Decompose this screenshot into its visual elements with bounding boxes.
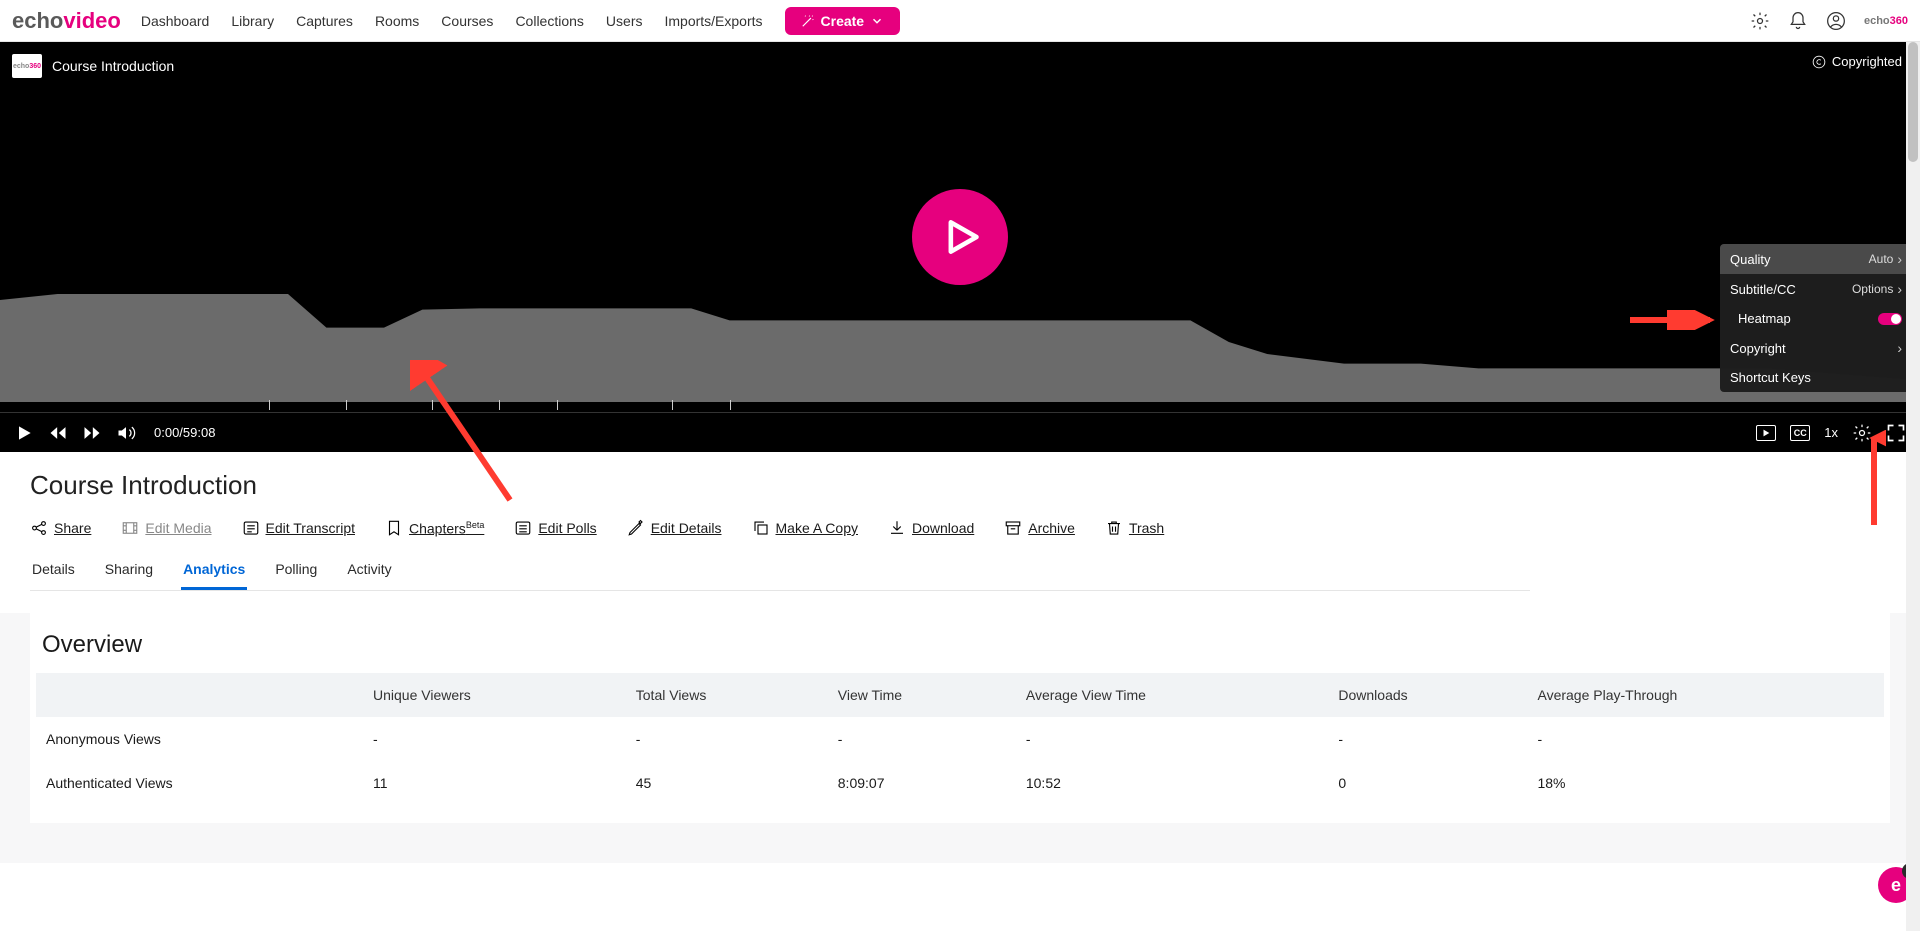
archive-icon bbox=[1004, 519, 1022, 537]
settings-copyright-row[interactable]: Copyright › bbox=[1720, 333, 1912, 363]
play-icon bbox=[938, 215, 982, 259]
action-edit-polls[interactable]: Edit Polls bbox=[514, 519, 596, 537]
nav-library[interactable]: Library bbox=[231, 13, 274, 29]
bookmark-icon bbox=[385, 519, 403, 537]
overview-heading: Overview bbox=[36, 631, 1884, 659]
action-share[interactable]: Share bbox=[30, 519, 91, 537]
account-icon[interactable] bbox=[1826, 11, 1846, 31]
play-control[interactable] bbox=[14, 423, 34, 443]
table-row: Authenticated Views 11 45 8:09:07 10:52 … bbox=[36, 761, 1884, 805]
nav-imports-exports[interactable]: Imports/Exports bbox=[664, 13, 762, 29]
action-trash[interactable]: Trash bbox=[1105, 519, 1164, 537]
action-edit-details[interactable]: Edit Details bbox=[627, 519, 722, 537]
nav-rooms[interactable]: Rooms bbox=[375, 13, 419, 29]
tab-sharing[interactable]: Sharing bbox=[103, 557, 155, 590]
nav-courses[interactable]: Courses bbox=[441, 13, 493, 29]
page-title: Course Introduction bbox=[30, 470, 1530, 501]
magic-wand-icon bbox=[801, 14, 815, 28]
col-avg-play-through: Average Play-Through bbox=[1527, 673, 1884, 717]
action-chapters[interactable]: ChaptersBeta bbox=[385, 519, 484, 537]
action-edit-media: Edit Media bbox=[121, 519, 211, 537]
settings-copyright-label: Copyright bbox=[1730, 341, 1786, 356]
tab-activity[interactable]: Activity bbox=[345, 557, 393, 590]
settings-subtitle-label: Subtitle/CC bbox=[1730, 282, 1796, 297]
settings-heatmap-row[interactable]: Heatmap bbox=[1720, 304, 1912, 333]
volume-control[interactable] bbox=[116, 423, 136, 443]
tab-polling[interactable]: Polling bbox=[273, 557, 319, 590]
play-button[interactable] bbox=[912, 189, 1008, 285]
nav-collections[interactable]: Collections bbox=[515, 13, 583, 29]
settings-shortcuts-label: Shortcut Keys bbox=[1730, 370, 1811, 385]
video-player[interactable]: echo360 Course Introduction Copyrighted … bbox=[0, 42, 1920, 452]
col-downloads: Downloads bbox=[1328, 673, 1527, 717]
nav-captures[interactable]: Captures bbox=[296, 13, 353, 29]
action-download[interactable]: Download bbox=[888, 519, 974, 537]
col-blank bbox=[36, 673, 363, 717]
col-view-time: View Time bbox=[828, 673, 1016, 717]
copy-icon bbox=[752, 519, 770, 537]
scrollbar-thumb[interactable] bbox=[1908, 42, 1918, 162]
brand-text-a: echo bbox=[12, 8, 63, 33]
settings-shortcuts-row[interactable]: Shortcut Keys bbox=[1720, 363, 1912, 392]
copyright-badge: Copyrighted bbox=[1812, 54, 1902, 69]
action-make-copy[interactable]: Make A Copy bbox=[752, 519, 859, 537]
settings-quality-row[interactable]: Quality Auto› bbox=[1720, 244, 1912, 274]
notifications-icon[interactable] bbox=[1788, 11, 1808, 31]
cc-icon[interactable]: CC bbox=[1790, 423, 1810, 443]
heatmap-toggle[interactable] bbox=[1878, 313, 1902, 325]
create-button-label: Create bbox=[821, 13, 865, 29]
settings-gear-icon[interactable] bbox=[1852, 423, 1872, 443]
create-button[interactable]: Create bbox=[785, 7, 901, 35]
settings-dropdown-icon[interactable] bbox=[1750, 11, 1770, 31]
col-total-views: Total Views bbox=[626, 673, 828, 717]
nav-users[interactable]: Users bbox=[606, 13, 643, 29]
chevron-right-icon: › bbox=[1897, 281, 1902, 297]
playback-speed[interactable]: 1x bbox=[1824, 425, 1838, 440]
chevron-down-icon bbox=[870, 14, 884, 28]
table-row: Anonymous Views - - - - - - bbox=[36, 717, 1884, 761]
col-avg-view-time: Average View Time bbox=[1016, 673, 1329, 717]
top-nav: Dashboard Library Captures Rooms Courses… bbox=[141, 7, 1750, 35]
player-controls: 0:00/59:08 CC 1x bbox=[0, 412, 1920, 452]
media-actions: Share Edit Media Edit Transcript Chapter… bbox=[30, 519, 1530, 537]
overview-table: Unique Viewers Total Views View Time Ave… bbox=[36, 673, 1884, 805]
settings-subtitle-row[interactable]: Subtitle/CC Options› bbox=[1720, 274, 1912, 304]
fullscreen-icon[interactable] bbox=[1886, 423, 1906, 443]
overview-card: Overview Unique Viewers Total Views View… bbox=[30, 613, 1890, 823]
brand-text-b: video bbox=[63, 8, 120, 33]
film-icon bbox=[121, 519, 139, 537]
video-thumbnail: echo360 bbox=[12, 54, 42, 78]
brand-logo[interactable]: echovideo bbox=[12, 8, 121, 34]
chevron-right-icon: › bbox=[1897, 251, 1902, 267]
settings-heatmap-label: Heatmap bbox=[1738, 311, 1791, 326]
copyright-icon bbox=[1812, 55, 1826, 69]
action-edit-transcript[interactable]: Edit Transcript bbox=[242, 519, 355, 537]
tabs: Details Sharing Analytics Polling Activi… bbox=[30, 557, 1530, 591]
trash-icon bbox=[1105, 519, 1123, 537]
share-icon bbox=[30, 519, 48, 537]
nav-dashboard[interactable]: Dashboard bbox=[141, 13, 210, 29]
settings-quality-label: Quality bbox=[1730, 252, 1770, 267]
col-unique-viewers: Unique Viewers bbox=[363, 673, 626, 717]
scrollbar[interactable] bbox=[1906, 42, 1920, 931]
forward-control[interactable] bbox=[82, 423, 102, 443]
tenant-logo[interactable]: echo360 bbox=[1864, 15, 1908, 27]
action-archive[interactable]: Archive bbox=[1004, 519, 1075, 537]
time-display: 0:00/59:08 bbox=[154, 425, 215, 440]
list-icon bbox=[514, 519, 532, 537]
chevron-right-icon: › bbox=[1897, 340, 1902, 356]
heatmap-graph bbox=[0, 282, 1920, 402]
rewind-control[interactable] bbox=[48, 423, 68, 443]
tab-analytics[interactable]: Analytics bbox=[181, 557, 247, 590]
pencil-icon bbox=[627, 519, 645, 537]
transcript-icon bbox=[242, 519, 260, 537]
video-title: Course Introduction bbox=[52, 58, 174, 74]
sources-icon[interactable] bbox=[1756, 423, 1776, 443]
chapter-markers bbox=[0, 398, 1920, 410]
settings-popup: Quality Auto› Subtitle/CC Options› Heatm… bbox=[1720, 244, 1912, 392]
download-icon bbox=[888, 519, 906, 537]
tab-details[interactable]: Details bbox=[30, 557, 77, 590]
